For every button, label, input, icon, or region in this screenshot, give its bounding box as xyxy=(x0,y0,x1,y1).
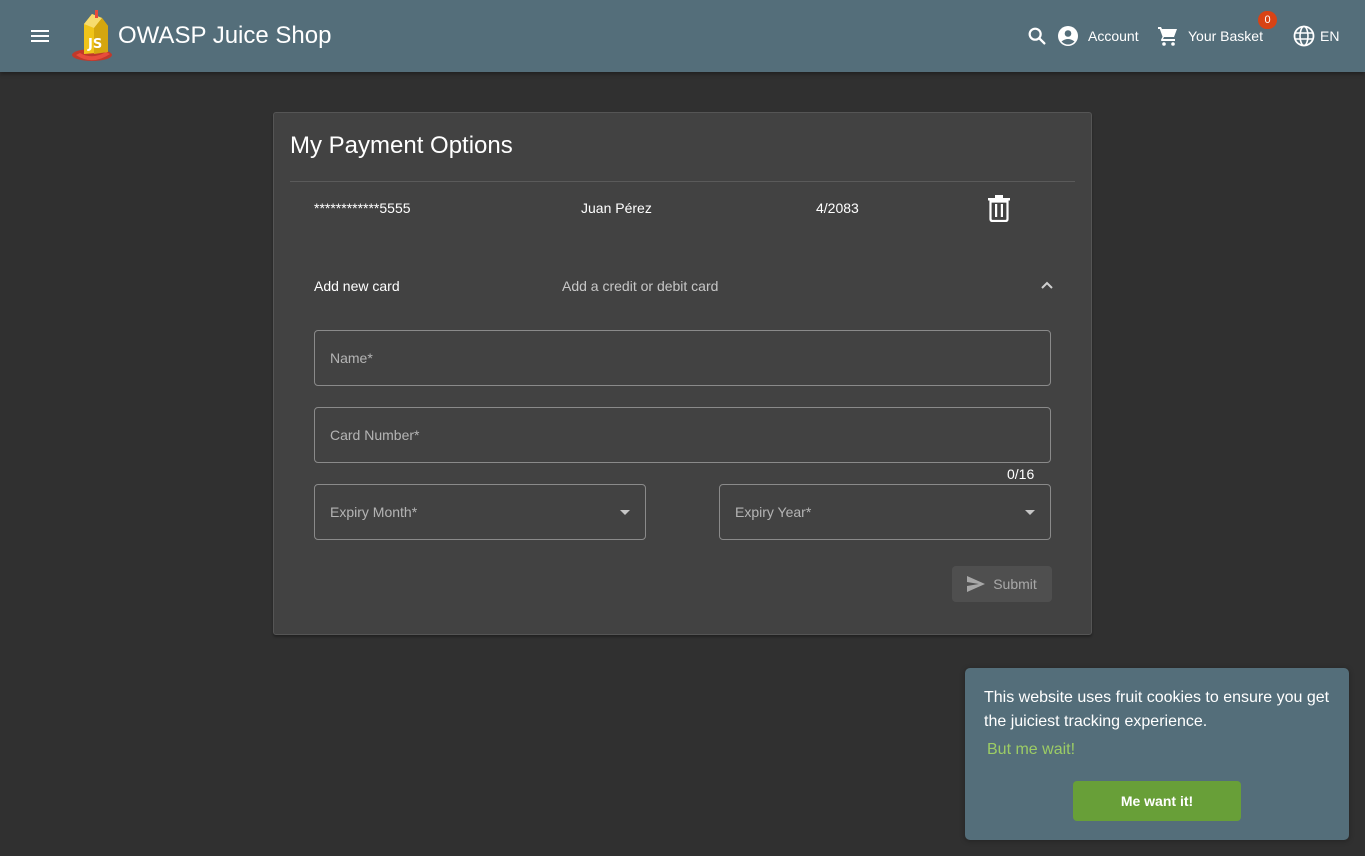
svg-text:JS: JS xyxy=(87,37,102,52)
globe-icon xyxy=(1293,25,1315,47)
cookie-accept-button[interactable]: Me want it! xyxy=(1073,781,1241,821)
name-field-label: Name* xyxy=(330,350,373,366)
menu-icon xyxy=(31,30,49,42)
expiry-year-label: Expiry Year* xyxy=(735,504,812,520)
account-circle-icon xyxy=(1058,26,1078,46)
expiry-month-label: Expiry Month* xyxy=(330,504,418,520)
add-new-card-title: Add new card xyxy=(314,278,400,294)
juice-shop-logo[interactable]: JS xyxy=(68,8,118,64)
app-title[interactable]: OWASP Juice Shop xyxy=(118,20,331,52)
account-label: Account xyxy=(1088,28,1139,44)
submit-button[interactable]: Submit xyxy=(952,566,1052,602)
search-icon xyxy=(1028,27,1046,45)
divider xyxy=(290,181,1075,182)
account-button[interactable]: Account xyxy=(1056,0,1139,72)
card-holder-name: Juan Pérez xyxy=(581,200,652,216)
dropdown-arrow-icon xyxy=(1025,510,1035,515)
card-number-masked: ************5555 xyxy=(314,200,411,216)
add-new-card-expansion-header[interactable]: Add new card Add a credit or debit card xyxy=(290,263,1075,311)
shopping-cart-icon xyxy=(1158,27,1177,46)
dropdown-arrow-icon xyxy=(620,510,630,515)
name-field[interactable]: Name* xyxy=(314,330,1051,386)
submit-label: Submit xyxy=(993,576,1037,592)
cookie-consent-banner: This website uses fruit cookies to ensur… xyxy=(965,668,1349,840)
card-number-field[interactable]: Card Number* xyxy=(314,407,1051,463)
menu-button[interactable] xyxy=(24,20,56,52)
basket-count-badge: 0 xyxy=(1258,11,1277,29)
add-new-card-description: Add a credit or debit card xyxy=(562,278,719,294)
language-label: EN xyxy=(1320,28,1340,44)
trash-icon xyxy=(988,195,1010,222)
expiry-year-select[interactable]: Expiry Year* xyxy=(719,484,1051,540)
expiry-month-select[interactable]: Expiry Month* xyxy=(314,484,646,540)
chevron-up-icon xyxy=(1041,281,1053,289)
basket-label: Your Basket xyxy=(1188,28,1263,44)
card-expiry: 4/2083 xyxy=(816,200,859,216)
top-toolbar: JS OWASP Juice Shop Account Your Basket … xyxy=(0,0,1365,72)
search-button[interactable] xyxy=(1022,0,1052,72)
card-number-counter: 0/16 xyxy=(1007,466,1035,482)
language-button[interactable]: EN xyxy=(1292,0,1339,72)
delete-card-button[interactable] xyxy=(984,193,1014,223)
basket-button[interactable]: Your Basket xyxy=(1156,0,1263,72)
saved-card-row: ************5555 Juan Pérez 4/2083 xyxy=(290,183,1075,233)
cookie-learn-more-link[interactable]: But me wait! xyxy=(987,740,1075,760)
card-number-field-label: Card Number* xyxy=(330,427,420,443)
payment-options-card: My Payment Options ************5555 Juan… xyxy=(273,112,1092,635)
send-icon xyxy=(967,576,986,592)
page-title: My Payment Options xyxy=(290,132,513,159)
cookie-message: This website uses fruit cookies to ensur… xyxy=(984,689,1330,730)
